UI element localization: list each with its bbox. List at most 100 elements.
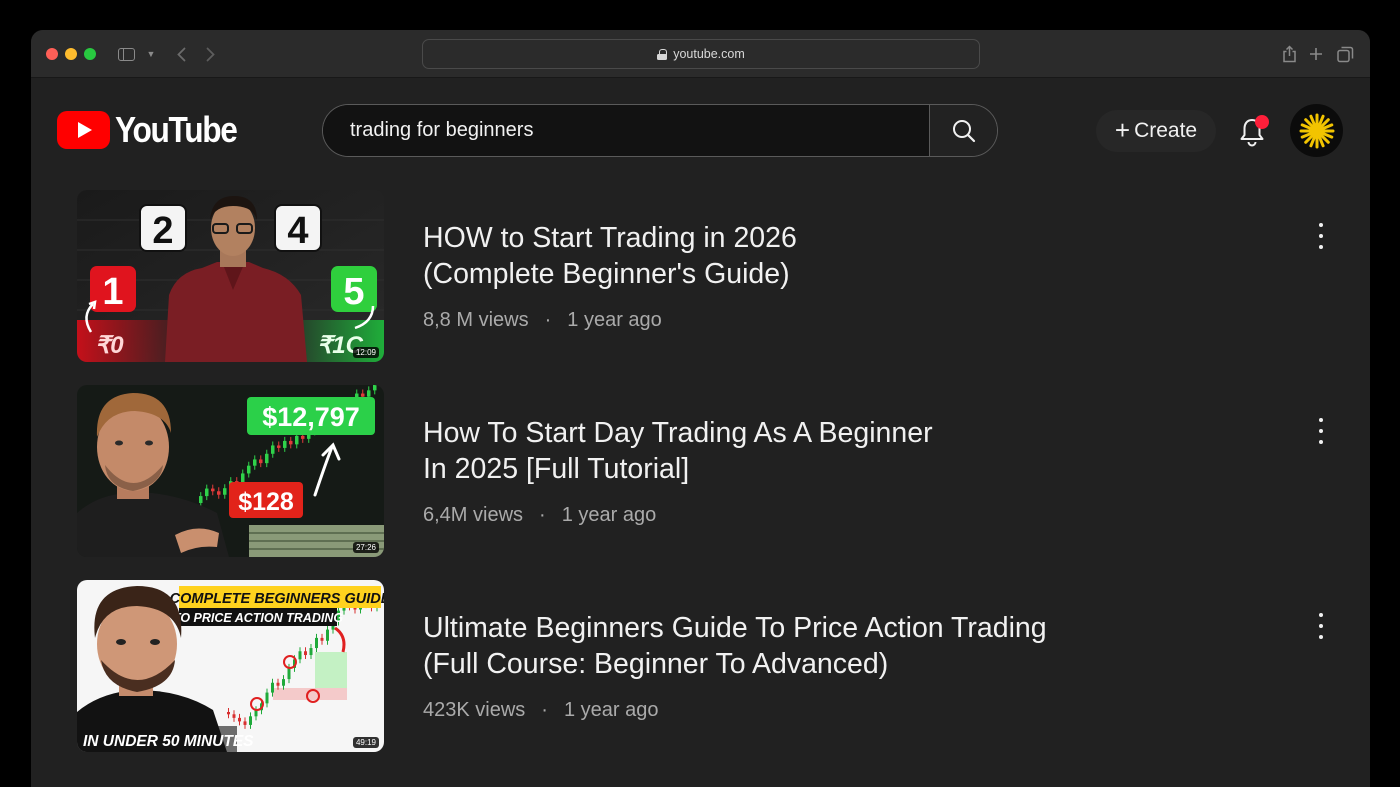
thumbnail-image: COMPLETE BEGINNERS GUIDE TO PRICE ACTION… <box>77 580 384 752</box>
plus-icon: + <box>1114 114 1131 145</box>
thumb-number-4: 4 <box>287 210 308 252</box>
youtube-wordmark: YouTube <box>115 109 238 150</box>
tabs-icon <box>1336 46 1353 62</box>
candle-body <box>320 637 324 641</box>
view-count: 8,8 M views <box>423 309 529 331</box>
forward-button[interactable] <box>203 43 217 65</box>
new-tab-button[interactable] <box>1307 43 1325 65</box>
video-title[interactable]: Ultimate Beginners Guide To Price Action… <box>423 610 1183 682</box>
video-thumbnail[interactable]: $12,797 $128 27:26 <box>77 385 384 557</box>
video-metadata: 423K views · 1 year ago <box>423 699 658 722</box>
view-count: 6,4M views <box>423 504 524 526</box>
video-duration: 27:26 <box>352 542 379 553</box>
video-title[interactable]: How To Start Day Trading As A Beginner I… <box>423 415 1183 487</box>
search-button[interactable] <box>929 105 997 156</box>
thumb-banner-line2: TO PRICE ACTION TRADING <box>173 611 343 625</box>
youtube-logo[interactable]: YouTube <box>57 109 253 150</box>
thumb-banner-line1: COMPLETE BEGINNERS GUIDE <box>170 591 384 607</box>
candle-body <box>309 648 313 656</box>
candle-body <box>211 488 215 492</box>
candle-body <box>277 445 281 448</box>
more-options-icon[interactable] <box>1315 223 1327 249</box>
view-count: 423K views <box>423 699 526 721</box>
video-metadata: 6,4M views · 1 year ago <box>423 504 656 527</box>
video-title-line: In 2025 [Full Tutorial] <box>423 453 690 485</box>
lock-icon <box>657 48 668 60</box>
sidebar-toggle-button[interactable] <box>116 43 136 65</box>
video-duration: 12:09 <box>352 347 379 358</box>
thumb-number-5: 5 <box>343 271 364 313</box>
candle-body <box>223 488 227 495</box>
search-icon <box>952 119 975 142</box>
video-title-line: (Complete Beginner's Guide) <box>423 258 790 290</box>
upload-age: 1 year ago <box>563 699 659 721</box>
video-title-line: Ultimate Beginners Guide To Price Action… <box>423 612 1047 644</box>
more-options-icon[interactable] <box>1315 613 1327 639</box>
candle-body <box>199 496 203 503</box>
separator-dot: · <box>544 309 552 331</box>
share-button[interactable] <box>1280 43 1298 65</box>
candle-body <box>205 488 209 497</box>
video-result[interactable]: COMPLETE BEGINNERS GUIDE TO PRICE ACTION… <box>77 580 1337 752</box>
separator-dot: · <box>539 504 546 526</box>
video-title-line: (Full Course: Beginner To Advanced) <box>423 648 889 680</box>
create-button[interactable]: + Create <box>1096 110 1216 152</box>
candle-body <box>247 465 251 474</box>
separator-dot: · <box>541 699 548 721</box>
thumb-number-2: 2 <box>152 210 173 252</box>
address-bar[interactable]: youtube.com <box>422 39 980 69</box>
candle-body <box>265 692 269 704</box>
candle-body <box>367 390 371 397</box>
candle-body <box>227 712 230 715</box>
sun-avatar-icon <box>1299 113 1334 148</box>
thumb-number-1: 1 <box>102 271 123 313</box>
close-window-button[interactable] <box>46 48 58 60</box>
notification-badge <box>1255 115 1269 129</box>
youtube-play-icon <box>57 111 110 149</box>
sidebar-icon <box>117 47 135 61</box>
thumb-bottom-caption: IN UNDER 50 MINUTES <box>83 733 254 750</box>
more-options-icon[interactable] <box>1315 418 1327 444</box>
candle-body <box>243 721 247 725</box>
video-duration: 49:19 <box>352 737 379 748</box>
video-title-line: HOW to Start Trading in 2026 <box>423 222 797 254</box>
thumbnail-image: 2 4 1 5 ₹0 ₹1C <box>77 190 384 362</box>
candle-body <box>276 682 280 686</box>
candle-body <box>271 682 274 693</box>
search-bar <box>322 104 998 157</box>
candle-body <box>271 445 275 454</box>
chevron-down-icon[interactable]: ▼ <box>145 43 157 65</box>
candle-body <box>289 440 293 445</box>
video-metadata: 8,8 M views · 1 year ago <box>423 309 662 332</box>
plus-icon <box>1310 48 1322 60</box>
search-input[interactable] <box>323 105 929 156</box>
candle-body <box>287 667 291 680</box>
video-result[interactable]: $12,797 $128 27:26 How To Start Day Trad… <box>77 385 1337 557</box>
share-icon <box>1282 45 1296 63</box>
video-title[interactable]: HOW to Start Trading in 2026 (Complete B… <box>423 220 1183 292</box>
thumb-price-low: $128 <box>238 488 294 516</box>
browser-toolbar: ▼ youtube.com <box>31 30 1370 78</box>
browser-window: ▼ youtube.com YouTube trading for beginn… <box>31 30 1370 787</box>
window-controls <box>46 48 96 60</box>
chevron-left-icon <box>176 47 185 61</box>
candle-body <box>217 491 221 495</box>
thumb-amount-left: ₹0 <box>95 332 124 359</box>
video-thumbnail[interactable]: COMPLETE BEGINNERS GUIDE TO PRICE ACTION… <box>77 580 384 752</box>
candle-body <box>295 435 299 445</box>
back-button[interactable] <box>174 43 188 65</box>
candle-body <box>253 459 257 466</box>
candle-body <box>361 393 365 397</box>
candle-body <box>304 651 307 656</box>
avatar[interactable] <box>1290 104 1343 157</box>
video-thumbnail[interactable]: 2 4 1 5 ₹0 ₹1C 12:09 <box>77 190 384 362</box>
video-result[interactable]: 2 4 1 5 ₹0 ₹1C 12:09 HOW to Start Tradin… <box>77 190 1337 362</box>
zoom-window-button[interactable] <box>84 48 96 60</box>
chevron-right-icon <box>206 47 215 61</box>
upload-age: 1 year ago <box>567 309 662 331</box>
candle-body <box>238 717 241 722</box>
upload-age: 1 year ago <box>561 504 657 526</box>
tab-overview-button[interactable] <box>1335 43 1355 65</box>
minimize-window-button[interactable] <box>65 48 77 60</box>
candle-body <box>249 716 252 725</box>
